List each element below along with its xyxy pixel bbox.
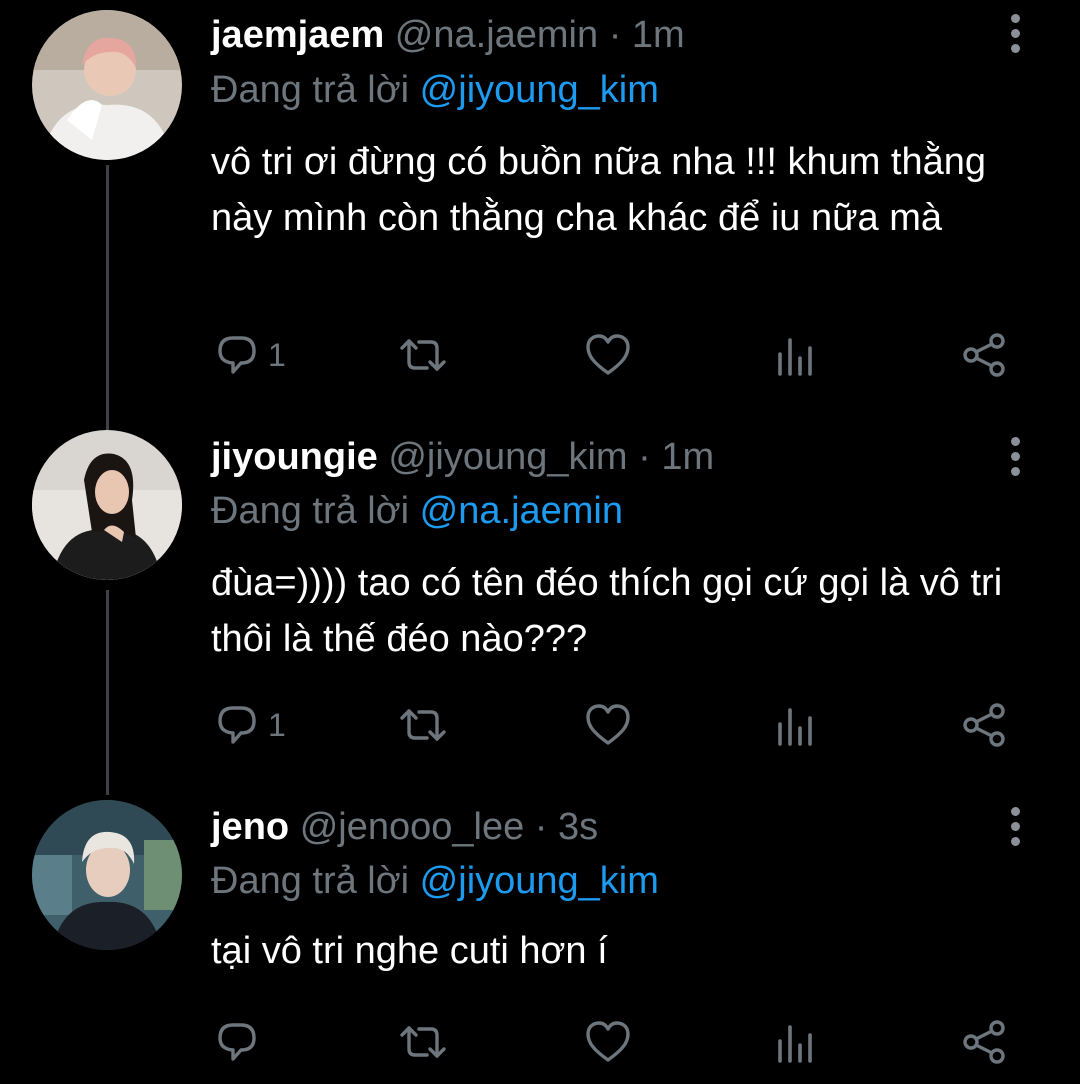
avatar[interactable] [32,430,182,580]
replying-to-label: Đang trả lời [211,490,410,532]
replying-to: Đang trả lời @jiyoung_kim [211,68,659,112]
reply-bubble-icon [218,706,256,744]
action-bar [0,1017,1080,1067]
replying-to-label: Đang trả lời [211,69,410,111]
share-button[interactable] [960,330,1008,380]
share-icon [963,703,1005,747]
replying-to: Đang trả lời @na.jaemin [211,489,623,533]
tweet-header: jiyoungie @jiyoung_kim · 1m [211,435,714,479]
analytics-icon [778,708,812,746]
reply-button[interactable]: 1 [214,330,286,380]
more-vertical-icon[interactable] [1000,805,1034,849]
action-bar: 1 [0,330,1080,380]
display-name[interactable]: jiyoungie [211,436,378,478]
tweet-text: đùa=)))) tao có tên đéo thích gọi cứ gọi… [211,562,1003,660]
timestamp[interactable]: 1m [632,14,685,56]
user-handle[interactable]: @jiyoung_kim [388,436,627,478]
timestamp[interactable]: 3s [558,806,598,848]
more-vertical-icon[interactable] [1000,12,1034,56]
tweet[interactable]: jaemjaem @na.jaemin · 1m Đang trả lời @j… [0,0,1080,420]
like-button[interactable] [584,330,632,380]
more-vertical-icon[interactable] [1000,435,1034,479]
user-handle[interactable]: @na.jaemin [395,14,598,56]
heart-icon [586,1021,630,1062]
separator-dot: · [638,436,651,478]
share-icon [963,333,1005,377]
avatar[interactable] [32,800,182,950]
heart-icon [586,334,630,375]
reply-button[interactable] [214,1017,268,1067]
action-bar: 1 [0,700,1080,750]
tweet[interactable]: jeno @jenooo_lee · 3s Đang trả lời @jiyo… [0,795,1080,1084]
timestamp[interactable]: 1m [661,436,714,478]
display-name[interactable]: jeno [211,806,289,848]
retweet-icon [400,1026,446,1058]
like-button[interactable] [584,1017,632,1067]
reply-bubble-icon [218,336,256,374]
share-icon [963,1020,1005,1064]
retweet-button[interactable] [397,330,449,380]
analytics-button[interactable] [776,1017,816,1067]
retweet-icon [400,709,446,741]
retweet-icon [400,339,446,371]
tweet-header: jeno @jenooo_lee · 3s [211,805,598,849]
reply-count: 1 [268,706,286,743]
separator-dot: · [608,14,622,56]
retweet-button[interactable] [397,700,449,750]
mention-link[interactable]: @jiyoung_kim [420,69,659,111]
user-handle[interactable]: @jenooo_lee [300,806,525,848]
like-button[interactable] [584,700,632,750]
separator-dot: · [534,806,548,848]
display-name[interactable]: jaemjaem [211,14,384,56]
reply-bubble-icon [218,1023,256,1061]
mention-link[interactable]: @na.jaemin [420,490,623,532]
analytics-button[interactable] [776,330,816,380]
reply-count: 1 [268,336,286,373]
tweet-header: jaemjaem @na.jaemin · 1m [211,13,685,57]
tweet-text: tại vô tri nghe cuti hơn í [211,930,608,972]
share-button[interactable] [960,700,1008,750]
mention-link[interactable]: @jiyoung_kim [420,860,659,902]
reply-button[interactable]: 1 [214,700,286,750]
replying-to-label: Đang trả lời [211,860,410,902]
analytics-icon [778,338,812,376]
heart-icon [586,704,630,745]
analytics-icon [778,1025,812,1063]
analytics-button[interactable] [776,700,816,750]
retweet-button[interactable] [397,1017,449,1067]
replying-to: Đang trả lời @jiyoung_kim [211,859,659,903]
tweet-text: vô tri ơi đừng có buồn nữa nha !!! khum … [211,141,987,239]
avatar[interactable] [32,10,182,160]
tweet[interactable]: jiyoungie @jiyoung_kim · 1m Đang trả lời… [0,425,1080,795]
share-button[interactable] [960,1017,1008,1067]
